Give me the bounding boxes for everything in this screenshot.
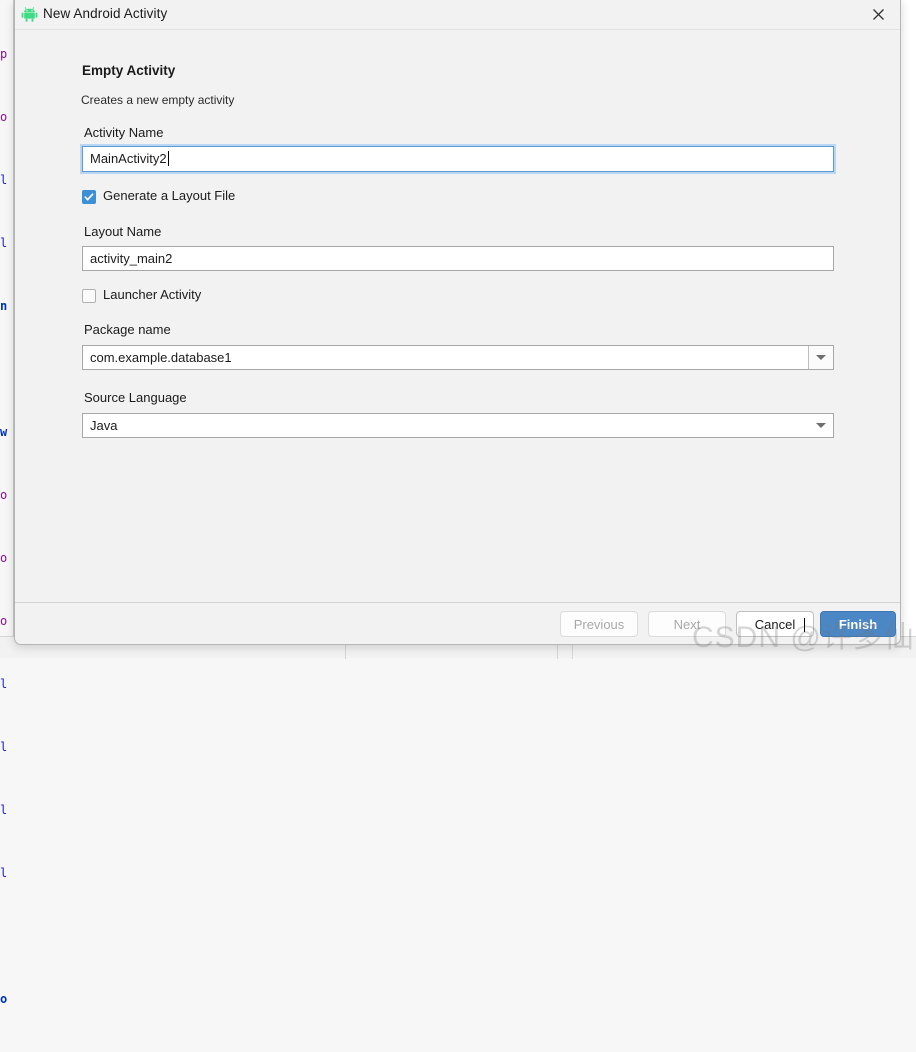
editor-code-fragment: p o l l n w o o o l l l l o [0,47,8,1006]
activity-name-label: Activity Name [84,125,164,140]
package-name-combo[interactable]: com.example.database1 [82,345,834,370]
launcher-activity-checkbox[interactable] [82,289,96,303]
source-language-label: Source Language [84,390,187,405]
chevron-down-icon[interactable] [808,346,833,369]
android-robot-icon [21,7,38,22]
launcher-activity-label: Launcher Activity [103,287,202,302]
previous-button[interactable]: Previous [560,611,638,637]
generate-layout-label: Generate a Layout File [103,188,236,203]
page-title: Empty Activity [82,63,176,78]
layout-name-label: Layout Name [84,224,162,239]
package-name-label: Package name [84,322,171,337]
close-icon[interactable] [856,0,900,28]
source-language-combo[interactable]: Java [82,413,834,438]
finish-button[interactable]: Finish [820,611,896,637]
layout-name-input[interactable]: activity_main2 [82,246,834,271]
chevron-down-icon[interactable] [809,414,833,437]
text-caret [167,151,169,166]
dialog-title: New Android Activity [43,6,168,21]
text-caret [804,618,805,632]
page-description: Creates a new empty activity [81,93,235,107]
dialog-body: Empty Activity Creates a new empty activ… [15,30,900,603]
package-name-value: com.example.database1 [90,350,232,365]
activity-name-input[interactable]: MainActivity2 [82,146,834,172]
new-android-activity-dialog: New Android Activity Empty Activity Crea… [14,0,901,645]
layout-name-value: activity_main2 [90,251,173,266]
next-button[interactable]: Next [648,611,726,637]
cancel-button[interactable]: Cancel [736,611,814,637]
dialog-titlebar: New Android Activity [15,0,900,30]
generate-layout-checkbox[interactable] [82,190,96,204]
source-language-value: Java [90,418,118,433]
activity-name-value: MainActivity2 [90,151,167,166]
dialog-footer: Previous Next Cancel Finish [15,602,900,644]
cancel-button-label: Cancel [754,616,796,632]
